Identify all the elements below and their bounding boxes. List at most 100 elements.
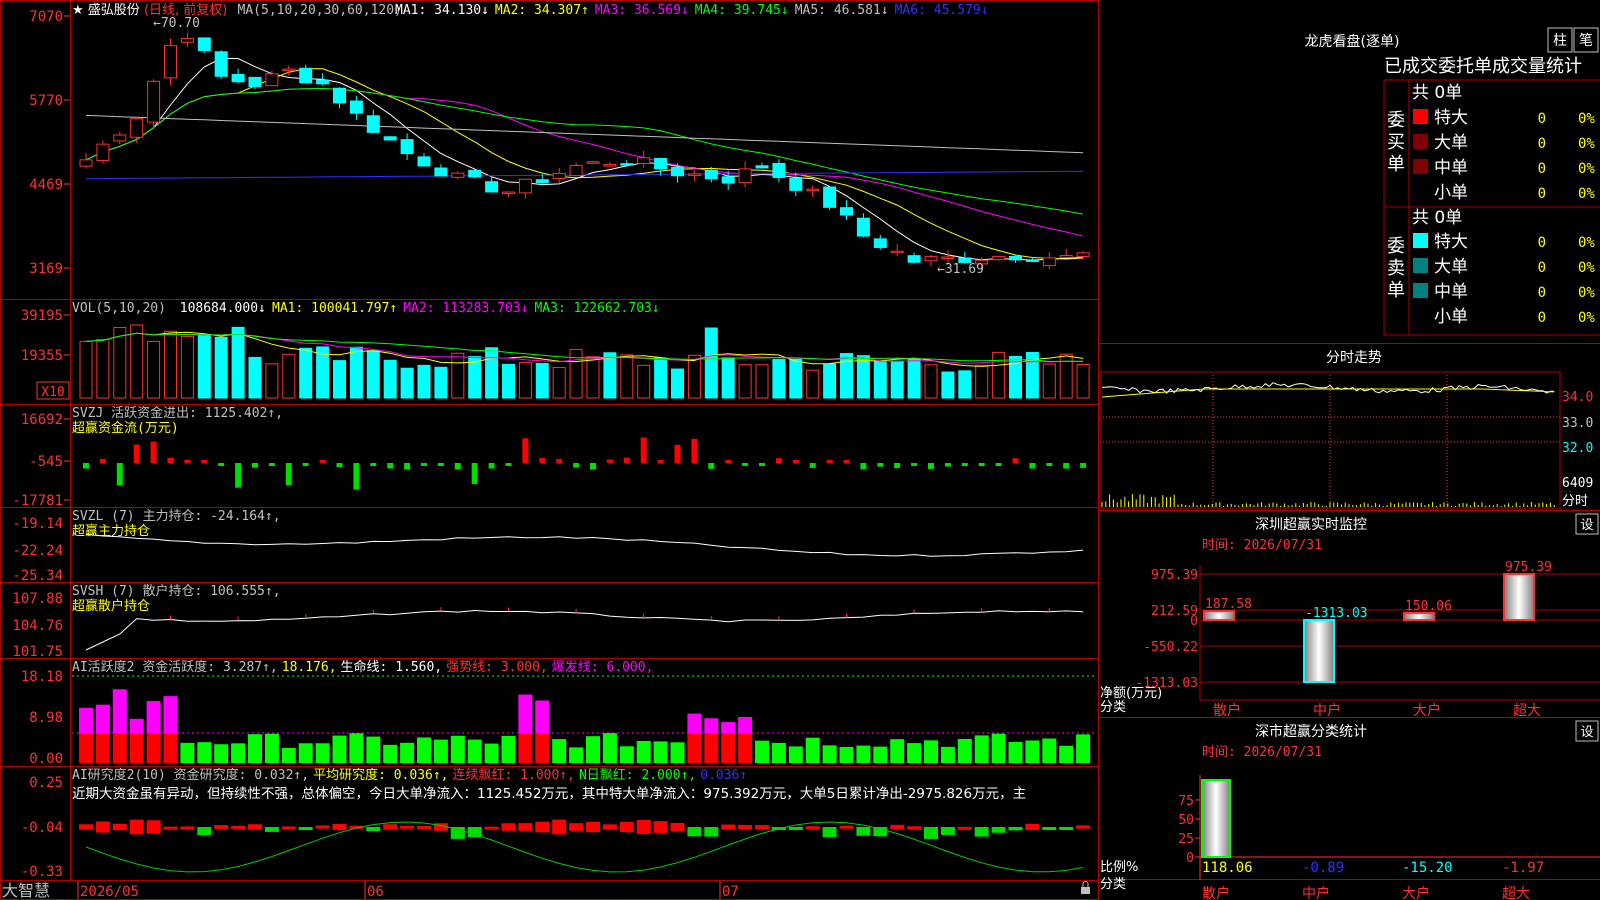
volume-bar	[197, 334, 211, 399]
ai1-bar	[924, 740, 938, 763]
category-count: 0	[1538, 235, 1546, 251]
volume-bar	[654, 357, 668, 399]
sz-monitor-settings-button[interactable]: 设	[1575, 513, 1599, 535]
flow-bar	[184, 459, 191, 463]
svzj-chart[interactable]	[83, 437, 1087, 490]
svzj-title: SVZJ 活跃资金进出: 1125.402↑,	[72, 405, 283, 421]
flow-bar	[522, 438, 529, 463]
flow-bar	[421, 463, 427, 466]
ai1-bar	[771, 742, 786, 763]
szc-tick: 0	[1186, 851, 1194, 866]
ai-activity-chart[interactable]	[72, 675, 1095, 763]
sz-monitor-chart[interactable]: 975.39212.590-550.22-1313.03187.58散户-131…	[1100, 560, 1600, 719]
volume-bar	[890, 360, 904, 399]
flow-bar	[809, 463, 816, 468]
ai1-bar	[670, 742, 685, 763]
flow-bar	[505, 463, 512, 466]
sell-side-label: 委卖单	[1387, 236, 1405, 301]
svsh-chart[interactable]	[85, 607, 1084, 651]
szc-category: 大户	[1402, 885, 1430, 900]
ai2-bar	[163, 826, 178, 830]
flow-bar	[218, 463, 225, 466]
flow-bar	[302, 463, 309, 466]
flow-bar	[1063, 463, 1070, 469]
szc-tick: 50	[1178, 813, 1194, 828]
ai2-bar	[924, 827, 938, 839]
svzl-chart[interactable]	[85, 533, 1084, 557]
szc-category: 散户	[1202, 885, 1230, 900]
ai2-bar	[332, 823, 347, 831]
intraday-chart[interactable]: 34.0 33.0 32.0 6409 分时	[1099, 371, 1593, 509]
ai2-bar	[1025, 823, 1040, 831]
ai1-bar	[974, 735, 989, 763]
candle-body	[873, 238, 887, 248]
ai1-bar-base	[704, 733, 719, 763]
ai2-tick: -0.33	[21, 864, 63, 880]
candle-body	[637, 157, 651, 165]
legend-item: 强势线: 3.000,	[446, 659, 548, 675]
flow-bar	[116, 463, 123, 486]
szm-tick: -550.22	[1143, 640, 1198, 655]
ai1-bar	[248, 734, 262, 763]
ai1-bar-base	[163, 733, 178, 763]
lock-icon[interactable]	[1081, 881, 1090, 895]
ai1-bar-top	[146, 701, 161, 733]
candle-body	[485, 181, 499, 193]
legend-item: AI研究度2(10) 资金研究度: 0.032↑,	[72, 767, 309, 783]
ai2-bar	[248, 824, 262, 830]
candlestick-chart[interactable]	[79, 32, 1090, 271]
ai2-tick: -0.04	[21, 820, 63, 836]
ai1-bar-top	[687, 713, 702, 733]
ai2-bar	[822, 827, 837, 838]
ai1-bar	[873, 746, 888, 763]
ai1-header: AI活跃度2 资金活跃度: 3.287↑, 18.176, 生命线: 1.560, 强…	[72, 659, 653, 675]
ai1-bar-base	[535, 733, 550, 763]
candle-body	[96, 143, 110, 161]
flow-bar	[742, 463, 749, 466]
ai2-bar	[907, 826, 922, 830]
candle-body	[535, 179, 549, 184]
flow-bar	[826, 460, 833, 463]
volume-bar	[806, 369, 820, 399]
category-name: 小单	[1434, 183, 1468, 203]
tick-mode-button[interactable]: 笔	[1573, 27, 1599, 53]
candle-body	[468, 169, 482, 178]
svzl-title: SVZL (7) 主力持仓: -24.164↑,	[72, 509, 281, 524]
volume-bar	[535, 363, 549, 399]
ai2-bar	[1042, 827, 1057, 830]
volume-bar	[603, 352, 617, 399]
volume-bar	[299, 347, 313, 399]
sz-class-chart[interactable]: 75 50 25 0 118.06 散户 -0.89 中户 -15.20 大户 -1.97 超大 比例%…	[1100, 775, 1600, 900]
volume-chart[interactable]	[79, 324, 1090, 399]
ai1-bar	[231, 743, 246, 763]
category-count: 0	[1538, 260, 1546, 276]
volume-bar	[417, 364, 431, 399]
flow-bar	[928, 463, 934, 469]
price-tick: 5770	[29, 93, 63, 109]
svzj-tick: -545	[29, 454, 63, 470]
szc-category: 超大	[1502, 886, 1530, 900]
legend-item: 平均研究度: 0.036↑,	[313, 767, 448, 783]
candle-body	[349, 100, 363, 114]
ai1-bar	[467, 739, 482, 763]
bar-mode-button[interactable]: 柱	[1547, 27, 1573, 53]
flow-bar	[268, 463, 275, 466]
buy-total: 共 0单	[1412, 83, 1462, 103]
candle-body	[603, 164, 617, 167]
candle-body	[789, 177, 803, 191]
ai2-bar	[400, 825, 415, 829]
flow-bar	[150, 441, 157, 463]
sz-class-settings-button[interactable]: 设	[1575, 720, 1599, 742]
trading-terminal: 7070 5770 4469 3169 39195 19355 16692 -5…	[0, 0, 1600, 900]
volume-bar	[755, 364, 769, 399]
svsh-title: SVSH (7) 散户持仓: 106.555↑,	[72, 583, 281, 599]
ai1-bar	[433, 739, 448, 763]
ai1-bar-top	[738, 716, 753, 733]
candle-body	[333, 87, 346, 104]
volume-bar	[958, 370, 972, 399]
ai-research-chart[interactable]	[79, 819, 1091, 873]
ai1-tick: 18.18	[21, 669, 63, 685]
volume-bar	[96, 338, 110, 399]
szm-bar-label: 187.58	[1205, 597, 1252, 612]
volume-bar	[789, 358, 803, 399]
